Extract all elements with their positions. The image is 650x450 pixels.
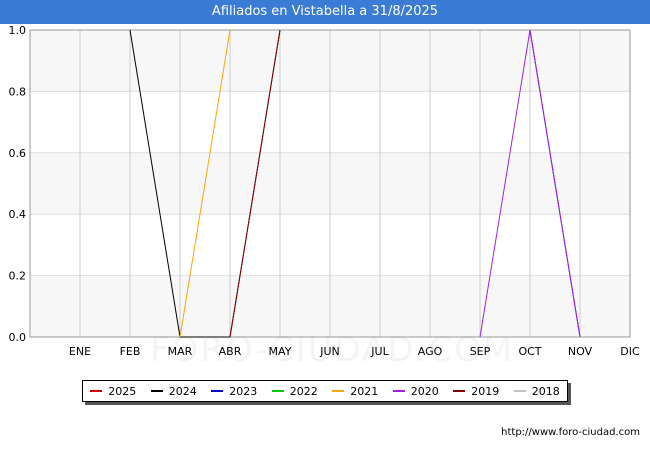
legend-item-2022: 2022 [271,384,318,398]
legend-label: 2020 [410,384,439,398]
x-tick-label: DIC [620,345,640,358]
legend-label: 2022 [289,384,318,398]
watermark: FORO-CIUDAD.COM [150,330,515,370]
legend-label: 2025 [108,384,137,398]
legend-item-2025: 2025 [90,385,136,398]
x-tick-label: FEB [120,345,141,358]
legend-item-2023: 2023 [211,385,257,398]
legend-item-2018: 2018 [513,384,560,398]
y-tick-label: 0.4 [9,208,27,221]
y-tick-label: 0.0 [9,331,27,344]
x-tick-label: OCT [518,345,541,358]
legend-swatch [150,390,163,392]
legend-label: 2021 [350,384,379,398]
legend-item-2019: 2019 [453,385,499,398]
legend-swatch [271,390,284,392]
legend-swatch [211,390,224,392]
line-chart: 0.00.20.40.60.81.0ENE FEB MAR ABR MAY JUN JUL A… [9,24,641,358]
y-tick-label: 1.0 [9,24,27,37]
legend-label: 2023 [229,384,258,398]
legend-item-2020: 2020 [392,384,439,398]
legend-item-2021: 2021 [332,385,378,398]
legend-label: 2019 [471,384,500,398]
legend-item-2024: 2024 [150,384,197,398]
x-tick-label: NOV [568,345,593,358]
source-url: http://www.foro-ciudad.com [501,427,640,438]
y-tick-label: 0.6 [9,147,27,160]
legend-swatch [453,390,466,392]
legend-label: 2024 [168,384,197,398]
y-tick-label: 0.8 [9,85,27,98]
legend-label: 2018 [531,384,560,398]
chart-title: Afiliados en Vistabella a 31/8/2025 [0,0,650,24]
legend-swatch [392,390,405,392]
chart-legend: 2025 2024 2023 2022 2021 2020 2019 2018 [82,380,568,402]
legend-swatch [332,390,345,392]
y-tick-label: 0.2 [9,270,27,283]
x-tick-label: ENE [69,345,91,358]
legend-swatch [513,390,526,392]
legend-swatch [90,390,103,392]
